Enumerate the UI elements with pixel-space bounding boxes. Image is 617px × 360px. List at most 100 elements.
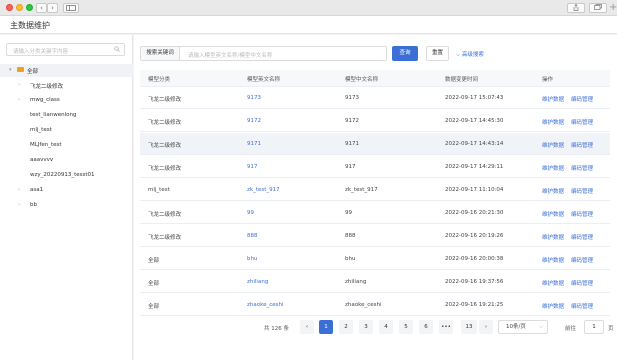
tree-item-label: test_lianwenlong — [30, 112, 77, 118]
cell-english-name-link[interactable]: 917 — [247, 164, 258, 170]
code-management-link[interactable]: 编码管理 — [571, 302, 593, 310]
page-number-button[interactable]: 1 — [319, 320, 333, 334]
tree-item[interactable]: MLJfen_test — [0, 139, 133, 152]
cell-english-name-link[interactable]: bhu — [247, 256, 257, 262]
page-number-button[interactable]: 3 — [359, 320, 373, 334]
maintain-data-link[interactable]: 维护数据 — [542, 256, 564, 264]
page-number-button[interactable]: 2 — [339, 320, 353, 334]
tree-item[interactable]: › mwg_class — [0, 94, 133, 107]
maintain-data-link[interactable]: 维护数据 — [542, 302, 564, 310]
zoom-window-button[interactable] — [26, 4, 33, 11]
code-management-link[interactable]: 编码管理 — [571, 210, 593, 218]
query-button[interactable]: 查询 — [392, 46, 418, 61]
reset-button[interactable]: 重置 — [426, 46, 449, 61]
new-tab-button[interactable]: + — [609, 2, 617, 14]
table-row: 飞龙二级修改 99 99 2022-09-16 20:21:30 维护数据 编码管理 — [140, 202, 610, 224]
next-page-button[interactable]: › — [479, 320, 493, 334]
page-number-button[interactable]: 13 — [461, 320, 477, 334]
maintain-data-link[interactable]: 维护数据 — [542, 118, 564, 126]
page-title: 主数据维护 — [10, 21, 50, 30]
tree-item[interactable]: wzy_20220913_tesst01 — [0, 169, 133, 182]
page-number-button[interactable]: 4 — [379, 320, 393, 334]
cell-english-name-link[interactable]: 99 — [247, 210, 254, 216]
cell-change-time: 2022-09-17 14:29:11 — [445, 164, 504, 170]
caret-right-icon[interactable]: › — [18, 187, 20, 193]
advanced-search-toggle[interactable]: ⌵ 高级搜索 — [456, 50, 484, 59]
code-management-link[interactable]: 编码管理 — [571, 256, 593, 264]
cell-category: 飞龙二级修改 — [148, 143, 182, 149]
code-management-link[interactable]: 编码管理 — [571, 233, 593, 241]
page-number-button[interactable]: 5 — [399, 320, 413, 334]
chevron-down-icon: ⌵ — [539, 324, 543, 330]
tree-item-label: mwg_class — [30, 97, 60, 103]
cell-change-time: 2022-09-16 19:37:56 — [445, 279, 504, 285]
close-window-button[interactable] — [6, 4, 13, 11]
maintain-data-link[interactable]: 维护数据 — [542, 279, 564, 287]
cell-change-time: 2022-09-17 11:10:04 — [445, 187, 504, 193]
cell-english-name-link[interactable]: zhiliang — [247, 279, 268, 285]
tree-item-label: wzy_20220913_tesst01 — [30, 172, 95, 178]
share-icon[interactable] — [567, 3, 585, 13]
tree-item[interactable]: aaavvvv — [0, 154, 133, 167]
tree-item[interactable]: mlj_test — [0, 124, 133, 137]
table-row: 飞龙二级修改 9172 9172 2022-09-17 14:45:30 维护数据 编码管… — [140, 110, 610, 132]
cell-english-name-link[interactable]: 9173 — [247, 95, 261, 101]
more-pages-button[interactable]: ••• — [439, 320, 453, 334]
tabs-overview-icon[interactable] — [589, 3, 607, 13]
code-management-link[interactable]: 编码管理 — [571, 141, 593, 149]
code-management-link[interactable]: 编码管理 — [571, 279, 593, 287]
code-management-link[interactable]: 编码管理 — [571, 187, 593, 195]
tree-item[interactable]: › asa1 — [0, 184, 133, 197]
prev-page-button[interactable]: ‹ — [300, 320, 314, 334]
search-keyword-input[interactable]: 请输入模型英文名称/模型中文名称 — [179, 46, 387, 61]
tree-item[interactable]: › 飞龙二级修改 — [0, 79, 133, 92]
table-row: 全部 zhiliang zhiliang 2022-09-16 19:37:56 维护数… — [140, 271, 610, 293]
tree-item-label: mlj_test — [30, 127, 52, 133]
page-size-select[interactable]: 10条/页 ⌵ — [498, 320, 548, 334]
cell-english-name-link[interactable]: zhaoke_ceshi — [247, 302, 284, 308]
code-management-link[interactable]: 编码管理 — [571, 164, 593, 172]
tree-item[interactable]: › bb — [0, 199, 133, 212]
header-category: 模型分类 — [148, 77, 171, 83]
cell-category: 全部 — [148, 304, 160, 310]
maintain-data-link[interactable]: 维护数据 — [542, 233, 564, 241]
category-search-input[interactable]: 请输入分类关键字内容 — [6, 43, 125, 56]
minimize-window-button[interactable] — [16, 4, 23, 11]
pagination: 共 126 条 ‹ 1 2 3 4 5 6 ••• 13 › 10条/页 ⌵ 前往 1 页 — [134, 320, 617, 336]
cell-category: mlj_test — [148, 187, 170, 193]
goto-page-input[interactable]: 1 — [584, 320, 604, 334]
main-content: 搜索关键词 请输入模型英文名称/模型中文名称 查询 重置 ⌵ 高级搜索 模型分类… — [134, 35, 617, 360]
maintain-data-link[interactable]: 维护数据 — [542, 164, 564, 172]
cell-english-name-link[interactable]: zk_test_917 — [247, 187, 280, 193]
cell-change-time: 2022-09-16 20:19:26 — [445, 233, 504, 239]
caret-right-icon[interactable]: › — [18, 82, 20, 88]
caret-right-icon[interactable]: › — [18, 202, 20, 208]
tree-item[interactable]: ▾ 全部 — [0, 64, 133, 77]
tree-item-label: 全部 — [27, 69, 39, 75]
maintain-data-link[interactable]: 维护数据 — [542, 187, 564, 195]
search-icon[interactable] — [114, 46, 120, 54]
cell-chinese-name: 9172 — [345, 118, 359, 124]
table-row: 飞龙二级修改 888 888 2022-09-16 20:19:26 维护数据 编码管理 — [140, 225, 610, 247]
page-number-button[interactable]: 6 — [419, 320, 433, 334]
code-management-link[interactable]: 编码管理 — [571, 95, 593, 103]
sidebar-toggle-icon[interactable] — [63, 3, 79, 13]
tree-item[interactable]: test_lianwenlong — [0, 109, 133, 122]
cell-english-name-link[interactable]: 888 — [247, 233, 258, 239]
maintain-data-link[interactable]: 维护数据 — [542, 210, 564, 218]
maintain-data-link[interactable]: 维护数据 — [542, 141, 564, 149]
back-button[interactable]: ‹ — [36, 3, 47, 13]
caret-right-icon[interactable]: › — [18, 97, 20, 103]
cell-english-name-link[interactable]: 9172 — [247, 118, 261, 124]
cell-english-name-link[interactable]: 9171 — [247, 141, 261, 147]
cell-change-time: 2022-09-16 19:21:25 — [445, 302, 504, 308]
forward-button[interactable]: › — [47, 3, 58, 13]
caret-down-icon[interactable]: ▾ — [9, 67, 12, 73]
code-management-link[interactable]: 编码管理 — [571, 118, 593, 126]
cell-category: 飞龙二级修改 — [148, 235, 182, 241]
maintain-data-link[interactable]: 维护数据 — [542, 95, 564, 103]
cell-chinese-name: zhiliang — [345, 279, 367, 285]
cell-chinese-name: 9173 — [345, 95, 359, 101]
cell-chinese-name: 917 — [345, 164, 356, 170]
cell-chinese-name: zk_test_917 — [345, 187, 378, 193]
